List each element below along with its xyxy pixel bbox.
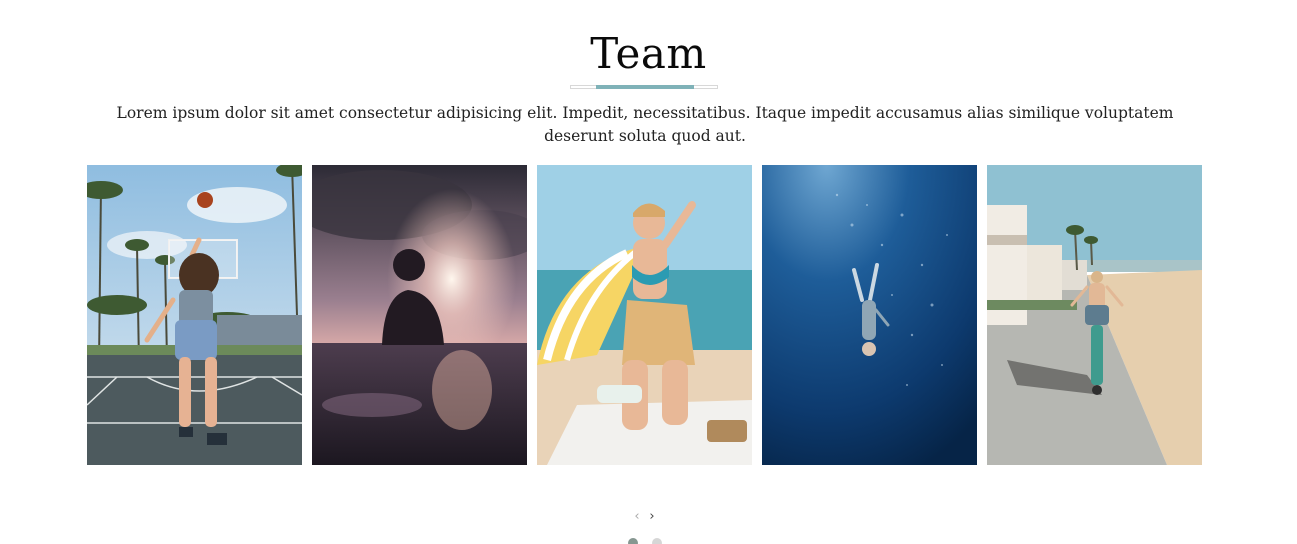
section-description: Lorem ipsum dolor sit amet consectetur a… — [116, 104, 1174, 145]
beach-woman-photo-icon — [537, 165, 752, 465]
gallery-card-underwater-diver[interactable] — [762, 165, 977, 465]
section-title: Team — [590, 29, 707, 78]
carousel-prev-button[interactable]: ‹ — [630, 509, 644, 525]
gallery-card-basketball[interactable] — [87, 165, 302, 465]
carousel-nav: ‹ › — [628, 509, 668, 525]
beach-cyclist-photo-icon — [987, 165, 1202, 465]
carousel-dot-2[interactable] — [652, 538, 662, 544]
title-divider-accent — [596, 85, 694, 89]
sunset-swimmer-photo-icon — [312, 165, 527, 465]
gallery-card-beach-woman[interactable] — [537, 165, 752, 465]
team-section: Team Lorem ipsum dolor sit amet consecte… — [0, 0, 1297, 544]
basketball-player-photo-icon — [87, 165, 302, 465]
carousel-next-button[interactable]: › — [645, 509, 659, 525]
carousel-dots — [626, 538, 670, 544]
carousel-dot-1[interactable] — [628, 538, 638, 544]
team-gallery — [87, 165, 1207, 465]
title-divider — [570, 85, 718, 89]
gallery-card-sunset-swimmer[interactable] — [312, 165, 527, 465]
underwater-diver-photo-icon — [762, 165, 977, 465]
gallery-card-beach-cyclist[interactable] — [987, 165, 1202, 465]
